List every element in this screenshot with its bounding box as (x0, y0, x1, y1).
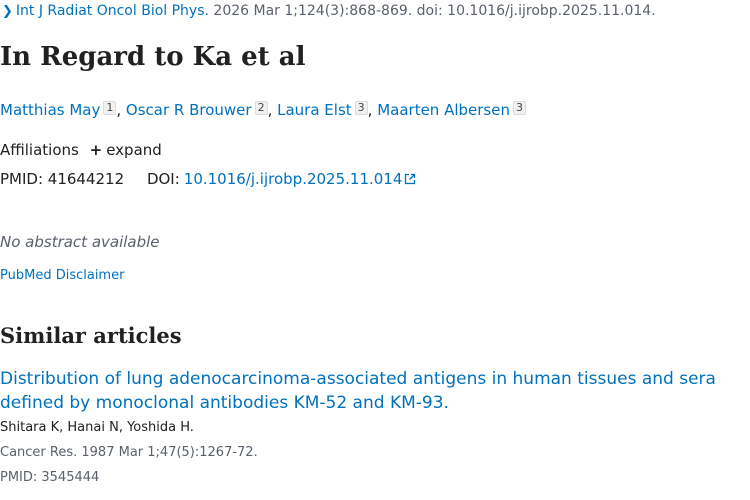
author-link[interactable]: Matthias May (0, 101, 100, 119)
citation-details: 2026 Mar 1;124(3):868-869. doi: 10.1016/… (213, 3, 656, 19)
similar-articles-heading: Similar articles (0, 323, 182, 348)
expand-affiliations-button[interactable]: + expand (90, 141, 162, 159)
citation-line: ❯ Int J Radiat Oncol Biol Phys. 2026 Mar … (2, 3, 656, 19)
chevron-right-icon[interactable]: ❯ (2, 4, 13, 19)
similar-article-title-link[interactable]: Distribution of lung adenocarcinoma-asso… (0, 367, 740, 415)
similar-article-citation: Cancer Res. 1987 Mar 1;47(5):1267-72. (0, 445, 258, 460)
author-link[interactable]: Maarten Albersen (377, 101, 510, 119)
journal-link[interactable]: Int J Radiat Oncol Biol Phys. (16, 3, 209, 19)
author-link[interactable]: Oscar R Brouwer (126, 101, 252, 119)
doi-label: DOI: (146, 170, 180, 188)
similar-article-authors: Shitara K, Hanai N, Yoshida H. (0, 420, 194, 435)
external-link-icon (405, 173, 416, 185)
doi-value: 10.1016/j.ijrobp.2025.11.014 (183, 170, 403, 188)
expand-label: expand (106, 141, 162, 159)
pmid-value: 41644212 (47, 170, 125, 188)
page-title: In Regard to Ka et al (0, 42, 306, 72)
affiliation-ref[interactable]: 2 (254, 101, 268, 115)
doi-link[interactable]: 10.1016/j.ijrobp.2025.11.014 (184, 170, 417, 188)
affiliation-ref[interactable]: 3 (354, 101, 368, 115)
pubmed-disclaimer-link[interactable]: PubMed Disclaimer (0, 268, 124, 283)
similar-article-pmid: PMID: 3545444 (0, 470, 100, 485)
pmid-label: PMID: (0, 170, 44, 188)
no-abstract-text: No abstract available (0, 233, 160, 251)
author-link[interactable]: Laura Elst (277, 101, 352, 119)
author-list: Matthias May 1, Oscar R Brouwer 2, Laura E… (0, 101, 526, 119)
affiliation-ref[interactable]: 1 (103, 101, 117, 115)
affiliation-ref[interactable]: 3 (512, 101, 526, 115)
plus-icon: + (89, 141, 103, 159)
affiliations-row: Affiliations + expand (0, 141, 162, 159)
identifiers-row: PMID: 41644212 DOI: 10.1016/j.ijrobp.2025… (0, 170, 416, 188)
affiliations-label: Affiliations (0, 141, 79, 159)
